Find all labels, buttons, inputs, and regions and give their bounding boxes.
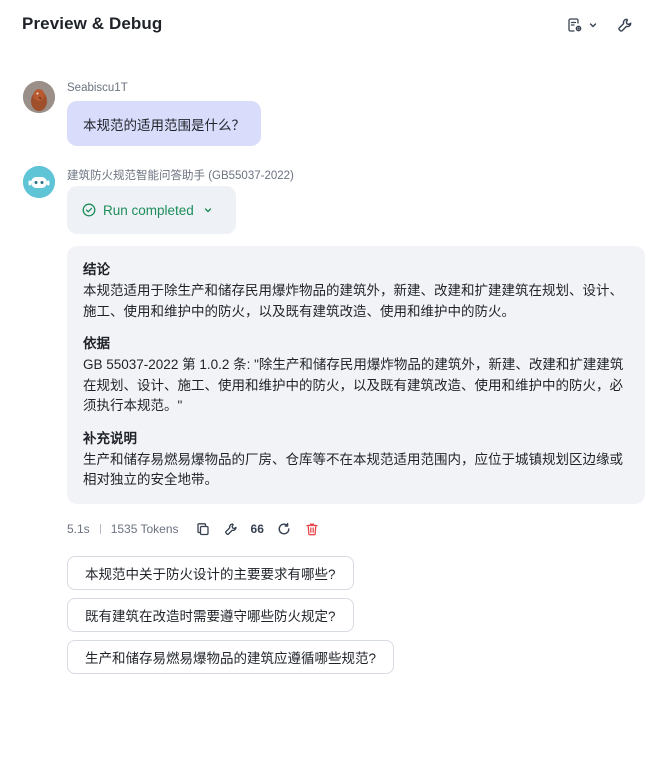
token-count: 1535 Tokens: [110, 522, 179, 536]
message-meta: 5.1s 1535 Tokens 66: [67, 519, 332, 539]
chevron-down-icon: [203, 205, 213, 215]
user-name: Seabiscu1T: [67, 82, 128, 94]
settings-button[interactable]: [612, 13, 638, 37]
assistant-avatar: [23, 166, 55, 198]
assistant-name: 建筑防火规范智能问答助手 (GB55037-2022): [67, 170, 294, 182]
panel-header: Preview & Debug: [0, 0, 666, 52]
copy-button[interactable]: [195, 521, 211, 537]
message-actions: 66: [195, 521, 332, 537]
wrench-icon: [224, 523, 237, 535]
variables-menu-button[interactable]: [562, 13, 602, 37]
section-heading: 依据: [83, 336, 110, 351]
suggested-question[interactable]: 既有建筑在改造时需要遵守哪些防火规定?: [67, 598, 354, 632]
user-message-bubble: 本规范的适用范围是什么？: [67, 101, 261, 146]
page-title: Preview & Debug: [22, 14, 163, 33]
trash-icon: [306, 523, 318, 536]
chevron-down-icon: [589, 23, 596, 28]
quote-button[interactable]: 66: [251, 521, 264, 537]
elapsed-time: 5.1s: [67, 522, 90, 536]
document-settings-icon: [567, 18, 581, 32]
answer-section-basis: 依据 GB 55037-2022 第 1.0.2 条: "除生产和储存民用爆炸物…: [83, 334, 629, 417]
refresh-icon: [278, 522, 290, 535]
answer-section-conclusion: 结论 本规范适用于除生产和储存民用爆炸物品的建筑外，新建、改建和扩建建筑在规划、…: [83, 260, 629, 322]
section-heading: 补充说明: [83, 430, 137, 446]
copy-icon: [196, 523, 209, 536]
wrench-icon: [618, 18, 632, 32]
divider: [99, 524, 101, 534]
section-text: 生产和储存易燃易爆物品的厂房、仓库等不在本规范适用范围内，应位于城镇规划区边缘或…: [83, 451, 623, 488]
answer-section-notes: 补充说明 生产和储存易燃易爆物品的厂房、仓库等不在本规范适用范围内，应位于城镇规…: [83, 429, 629, 491]
section-text: GB 55037-2022 第 1.0.2 条: "除生产和储存民用爆炸物品的建…: [83, 357, 624, 413]
section-heading: 结论: [83, 262, 110, 277]
suggested-question[interactable]: 生产和储存易燃易爆物品的建筑应遵循哪些规范?: [67, 640, 395, 674]
regenerate-button[interactable]: [276, 521, 292, 537]
assistant-answer: 结论 本规范适用于除生产和储存民用爆炸物品的建筑外，新建、改建和扩建建筑在规划、…: [67, 246, 645, 504]
check-circle-icon: [82, 203, 96, 217]
suggested-question[interactable]: 本规范中关于防火设计的主要要求有哪些?: [67, 556, 354, 590]
run-status-label: Run completed: [103, 202, 194, 218]
debug-button[interactable]: [223, 521, 239, 537]
run-status-toggle[interactable]: Run completed: [67, 186, 236, 234]
user-avatar: [23, 81, 55, 113]
delete-button[interactable]: [304, 521, 320, 537]
section-text: 本规范适用于除生产和储存民用爆炸物品的建筑外，新建、改建和扩建建筑在规划、设计、…: [83, 283, 623, 319]
